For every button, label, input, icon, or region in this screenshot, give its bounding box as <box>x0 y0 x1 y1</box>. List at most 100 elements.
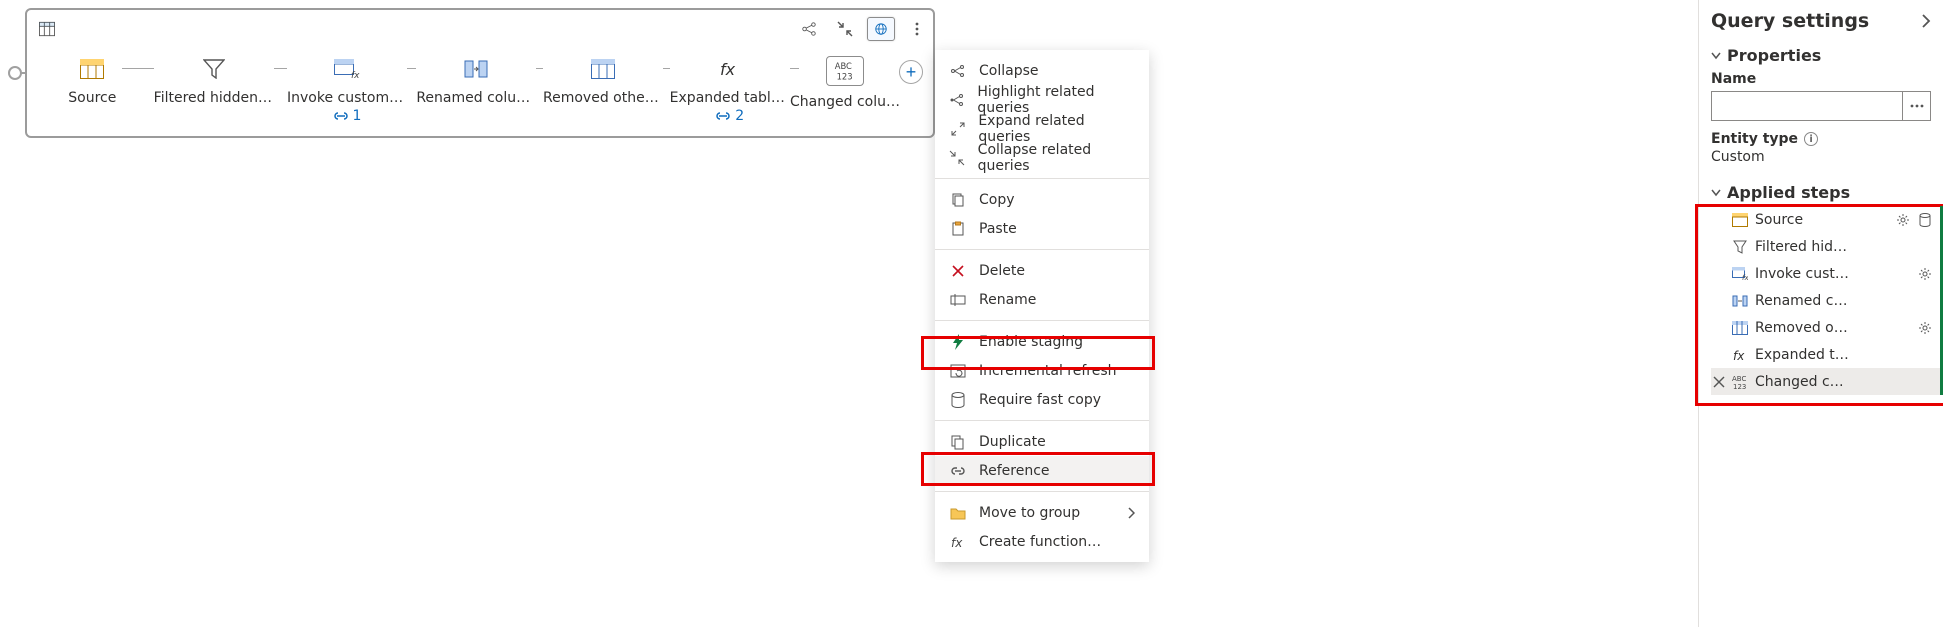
copy-icon <box>949 191 967 209</box>
svg-text:fx: fx <box>1742 274 1748 281</box>
cm-copy[interactable]: Copy <box>935 185 1149 214</box>
menu-separator <box>935 491 1149 492</box>
fx-icon: fx <box>949 533 967 551</box>
chevron-down-icon <box>1711 52 1721 60</box>
cm-move-to-group[interactable]: Move to group <box>935 498 1149 527</box>
cm-rename[interactable]: Rename <box>935 285 1149 314</box>
refresh-table-icon <box>949 362 967 380</box>
add-step-button[interactable]: + <box>899 60 923 84</box>
cm-label: Delete <box>979 263 1025 279</box>
step-label: Removed other c… <box>543 90 663 106</box>
cm-label: Create function… <box>979 534 1101 550</box>
applied-step-invoke[interactable]: fx Invoke cust… <box>1711 260 1943 287</box>
gear-icon[interactable] <box>1916 265 1934 283</box>
gear-icon[interactable] <box>1894 211 1912 229</box>
applied-step-renamed[interactable]: Renamed c… <box>1711 287 1943 314</box>
cm-reference[interactable]: Reference <box>935 456 1149 485</box>
cm-label: Require fast copy <box>979 392 1101 408</box>
step-changed[interactable]: ABC123 Changed column… <box>799 56 891 110</box>
properties-section-toggle[interactable]: Properties <box>1699 40 1943 69</box>
svg-text:fx: fx <box>951 536 963 549</box>
cm-paste[interactable]: Paste <box>935 214 1149 243</box>
step-link-indicator[interactable]: 2 <box>715 108 744 124</box>
database-icon[interactable] <box>1916 211 1934 229</box>
delete-step-icon[interactable] <box>1713 376 1729 388</box>
entity-type-label-row: Entity type i <box>1699 131 1943 147</box>
cm-label: Move to group <box>979 505 1080 521</box>
flow-connector <box>274 68 287 69</box>
applied-step-changed[interactable]: ABC123 Changed c… <box>1711 368 1943 395</box>
table-icon <box>1731 213 1749 227</box>
cm-collapse[interactable]: Collapse <box>935 56 1149 85</box>
step-renamed[interactable]: Renamed columns <box>416 56 536 106</box>
paste-icon <box>949 220 967 238</box>
step-link-indicator[interactable]: 1 <box>333 108 362 124</box>
applied-steps-title: Applied steps <box>1727 183 1850 202</box>
step-label: Expanded table c… <box>670 90 790 106</box>
svg-text:ABC: ABC <box>835 61 852 71</box>
svg-text:fx: fx <box>1733 349 1745 362</box>
step-label: Source <box>1755 212 1888 228</box>
share-icon[interactable] <box>795 17 823 41</box>
flow-connector <box>536 68 543 69</box>
cm-label: Duplicate <box>979 434 1046 450</box>
entity-type-value: Custom <box>1699 147 1943 177</box>
applied-step-removed[interactable]: Removed o… <box>1711 314 1943 341</box>
cm-highlight-related[interactable]: Highlight related queries <box>935 85 1149 114</box>
chevron-right-icon[interactable] <box>1921 14 1931 28</box>
duplicate-icon <box>949 433 967 451</box>
chevron-right-icon <box>1127 507 1135 519</box>
svg-text:fx: fx <box>351 71 360 79</box>
cm-label: Reference <box>979 463 1050 479</box>
applied-step-source[interactable]: Source <box>1711 206 1943 233</box>
step-label: Filtered hid… <box>1755 239 1940 255</box>
name-label: Name <box>1699 69 1943 91</box>
gear-icon[interactable] <box>1916 319 1934 337</box>
cm-expand-related[interactable]: Expand related queries <box>935 114 1149 143</box>
link-count: 1 <box>353 108 362 124</box>
cm-label: Collapse <box>979 63 1039 79</box>
step-filtered[interactable]: Filtered hidden fi… <box>154 56 274 106</box>
cm-label: Expand related queries <box>978 113 1135 145</box>
step-label: Filtered hidden fi… <box>154 90 274 106</box>
link-icon <box>949 462 967 480</box>
cm-create-function[interactable]: fx Create function… <box>935 527 1149 556</box>
step-label: Invoke custom fu… <box>287 90 407 106</box>
filter-icon <box>1731 240 1749 254</box>
menu-separator <box>935 320 1149 321</box>
collapse-icon <box>949 62 967 80</box>
cm-duplicate[interactable]: Duplicate <box>935 427 1149 456</box>
cm-incremental-refresh[interactable]: Incremental refresh <box>935 356 1149 385</box>
cm-collapse-related[interactable]: Collapse related queries <box>935 143 1149 172</box>
cm-enable-staging[interactable]: Enable staging <box>935 327 1149 356</box>
step-invoke[interactable]: fx Invoke custom fu… 1 <box>287 56 407 124</box>
settings-header: Query settings <box>1699 10 1943 40</box>
folder-icon <box>949 504 967 522</box>
step-expanded[interactable]: fx Expanded table c… 2 <box>670 56 790 124</box>
step-source[interactable]: Source <box>63 56 122 106</box>
cm-delete[interactable]: Delete <box>935 256 1149 285</box>
flow-connector <box>663 68 670 69</box>
cm-label: Paste <box>979 221 1017 237</box>
step-removed[interactable]: Removed other c… <box>543 56 663 106</box>
flow-connector <box>122 68 154 69</box>
applied-steps-section-toggle[interactable]: Applied steps <box>1699 177 1943 206</box>
more-icon[interactable] <box>903 17 931 41</box>
diagram-canvas[interactable]: Source Filtered hidden fi… fx Invoke cus… <box>0 0 1548 627</box>
name-more-button[interactable] <box>1902 91 1931 121</box>
info-icon[interactable]: i <box>1804 132 1818 146</box>
cm-require-fast-copy[interactable]: Require fast copy <box>935 385 1149 414</box>
applied-step-filtered[interactable]: Filtered hid… <box>1711 233 1943 260</box>
query-name-input[interactable] <box>1711 91 1902 121</box>
database-icon <box>949 391 967 409</box>
collapse-arrows-icon[interactable] <box>831 17 859 41</box>
link-count: 2 <box>735 108 744 124</box>
chevron-down-icon <box>1711 189 1721 197</box>
table-icon-button[interactable] <box>33 17 61 41</box>
globe-icon[interactable] <box>867 17 895 41</box>
svg-text:123: 123 <box>1733 383 1746 390</box>
highlight-icon <box>949 91 965 109</box>
step-label: Source <box>68 90 116 106</box>
cm-label: Incremental refresh <box>979 363 1117 379</box>
applied-step-expanded[interactable]: fx Expanded t… <box>1711 341 1943 368</box>
